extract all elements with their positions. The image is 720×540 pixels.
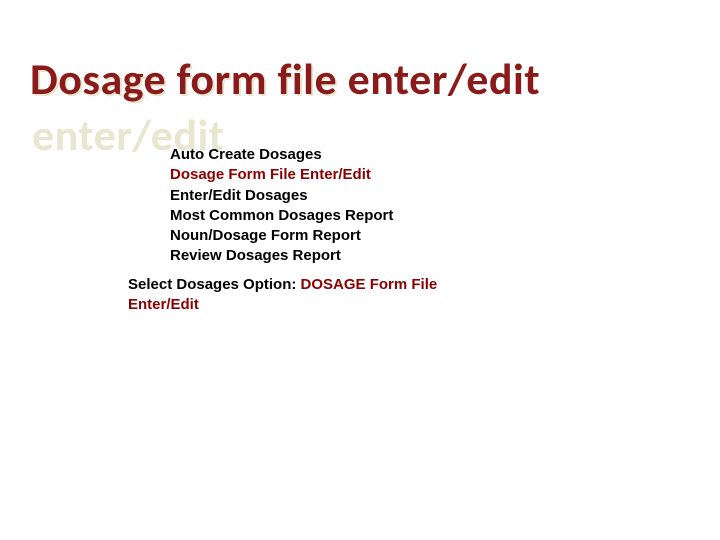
menu-item-most-common: Most Common Dosages Report (170, 206, 393, 226)
menu-item-noun-dosage: Noun/Dosage Form Report (170, 226, 393, 246)
page-title: Dosage form file enter/edit Dosage form … (30, 52, 540, 106)
prompt-line: Select Dosages Option: DOSAGE Form File … (128, 275, 468, 316)
menu-list: Auto Create Dosages Dosage Form File Ent… (170, 145, 393, 267)
menu-item-review-dosages: Review Dosages Report (170, 246, 393, 266)
menu-item-enter-edit-dosages: Enter/Edit Dosages (170, 186, 393, 206)
prompt-label: Select Dosages Option: (128, 276, 301, 293)
title-text: Dosage form file enter/edit (30, 52, 540, 106)
menu-item-auto-create: Auto Create Dosages (170, 145, 393, 165)
menu-item-dosage-form-file: Dosage Form File Enter/Edit (170, 165, 393, 185)
